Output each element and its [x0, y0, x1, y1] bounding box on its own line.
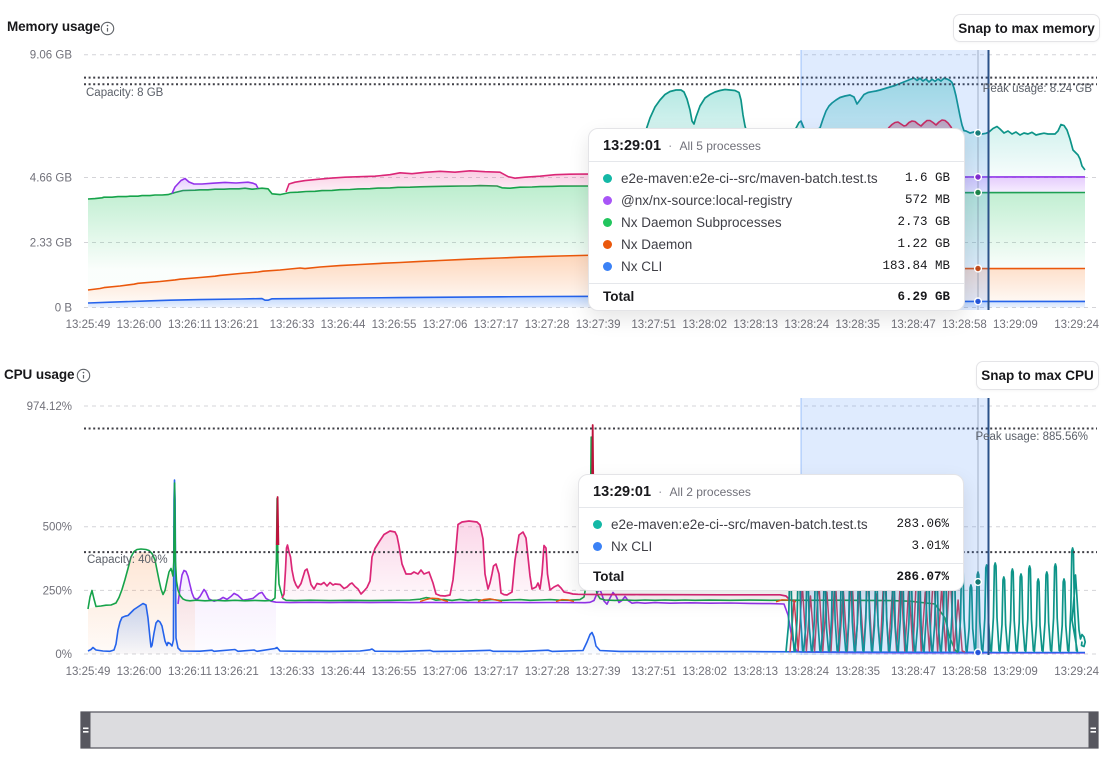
svg-text:Capacity: 8 GB: Capacity: 8 GB	[86, 87, 164, 99]
svg-text:13:28:47: 13:28:47	[891, 666, 936, 678]
svg-text:13:28:02: 13:28:02	[682, 666, 727, 678]
svg-text:13:28:58: 13:28:58	[942, 666, 987, 678]
svg-text:13:27:51: 13:27:51	[631, 319, 676, 331]
svg-text:13:27:39: 13:27:39	[576, 319, 621, 331]
svg-text:9.06 GB: 9.06 GB	[30, 50, 73, 62]
svg-text:13:26:21: 13:26:21	[214, 666, 259, 678]
svg-text:13:26:11: 13:26:11	[168, 319, 212, 331]
svg-text:13:26:00: 13:26:00	[117, 319, 162, 331]
svg-text:0 B: 0 B	[55, 303, 73, 315]
svg-text:13:29:09: 13:29:09	[993, 319, 1038, 331]
svg-text:13:26:00: 13:26:00	[117, 666, 162, 678]
svg-text:13:28:35: 13:28:35	[835, 319, 880, 331]
svg-text:13:26:33: 13:26:33	[270, 666, 315, 678]
svg-text:13:26:44: 13:26:44	[321, 666, 366, 678]
svg-text:13:26:55: 13:26:55	[372, 666, 417, 678]
svg-text:13:29:24: 13:29:24	[1054, 666, 1099, 678]
svg-text:13:26:44: 13:26:44	[321, 319, 366, 331]
svg-text:2.33 GB: 2.33 GB	[30, 238, 73, 250]
svg-text:974.12%: 974.12%	[27, 401, 72, 413]
svg-text:13:26:55: 13:26:55	[372, 319, 417, 331]
svg-text:13:25:49: 13:25:49	[66, 666, 111, 678]
svg-text:13:28:13: 13:28:13	[733, 319, 778, 331]
svg-text:13:27:06: 13:27:06	[423, 319, 468, 331]
svg-text:13:28:13: 13:28:13	[733, 666, 778, 678]
svg-text:13:29:09: 13:29:09	[993, 666, 1038, 678]
svg-text:Capacity: 400%: Capacity: 400%	[87, 554, 168, 566]
svg-text:500%: 500%	[43, 522, 72, 534]
svg-text:13:27:28: 13:27:28	[525, 666, 570, 678]
svg-text:13:27:51: 13:27:51	[631, 666, 676, 678]
svg-text:13:27:06: 13:27:06	[423, 666, 468, 678]
svg-text:13:27:39: 13:27:39	[576, 666, 621, 678]
svg-text:13:29:24: 13:29:24	[1054, 319, 1099, 331]
svg-text:13:27:17: 13:27:17	[474, 666, 519, 678]
svg-text:Peak usage: 885.56%: Peak usage: 885.56%	[975, 431, 1088, 443]
svg-text:0%: 0%	[55, 649, 72, 661]
svg-text:13:28:47: 13:28:47	[891, 319, 936, 331]
svg-text:13:26:21: 13:26:21	[214, 319, 259, 331]
svg-text:13:28:35: 13:28:35	[835, 666, 880, 678]
svg-text:250%: 250%	[43, 585, 72, 597]
svg-text:13:28:24: 13:28:24	[784, 319, 829, 331]
svg-text:13:28:58: 13:28:58	[942, 319, 987, 331]
svg-text:Peak usage: 8.24 GB: Peak usage: 8.24 GB	[983, 83, 1093, 95]
svg-text:13:25:49: 13:25:49	[66, 319, 111, 331]
svg-text:13:28:24: 13:28:24	[784, 666, 829, 678]
svg-text:4.66 GB: 4.66 GB	[30, 173, 73, 185]
svg-text:13:26:11: 13:26:11	[168, 666, 212, 678]
svg-text:13:26:33: 13:26:33	[270, 319, 315, 331]
svg-text:13:28:02: 13:28:02	[682, 319, 727, 331]
svg-text:13:27:17: 13:27:17	[474, 319, 519, 331]
svg-text:13:27:28: 13:27:28	[525, 319, 570, 331]
